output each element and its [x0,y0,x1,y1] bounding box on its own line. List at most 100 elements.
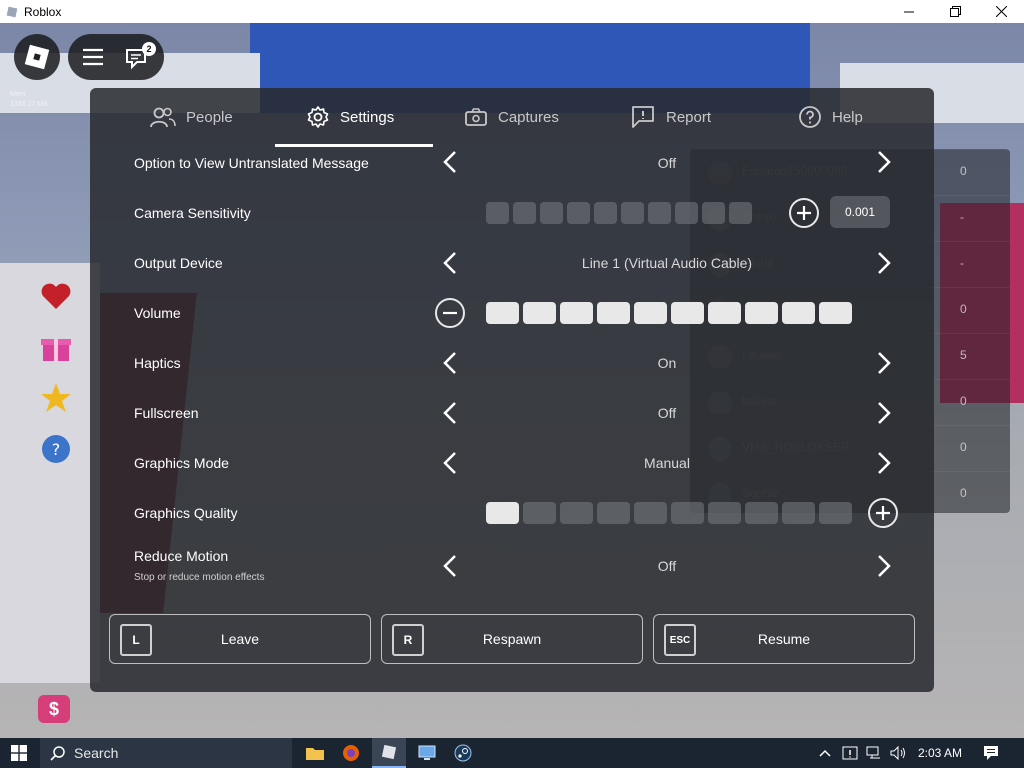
window-title: Roblox [24,4,62,19]
resume-button[interactable]: ESC Resume [653,614,915,664]
slider-segment[interactable] [702,202,725,224]
slider-segment[interactable] [745,502,778,524]
plus-icon [797,206,811,220]
currency-icon[interactable]: $ [38,695,70,723]
increase-button[interactable] [868,498,898,528]
slider-segment[interactable] [594,202,617,224]
previous-arrow-button[interactable] [438,146,462,178]
chat-button[interactable]: 2 [124,42,156,70]
previous-arrow-button[interactable] [438,447,462,479]
tab-settings[interactable]: Settings [306,88,394,146]
minimize-button[interactable] [886,0,932,23]
setting-row-camera-sensitivity: Camera Sensitivity [90,188,934,238]
next-arrow-button[interactable] [872,247,896,279]
leave-button[interactable]: L Leave [109,614,371,664]
notification-icon [984,746,998,760]
slider-segment[interactable] [729,202,752,224]
slider-segment[interactable] [486,202,509,224]
remote-desktop-button[interactable] [412,738,442,768]
increase-button[interactable] [789,198,819,228]
roblox-taskbar-button[interactable] [372,738,406,768]
next-arrow-button[interactable] [872,397,896,429]
side-star-button[interactable] [38,380,74,416]
tab-captures[interactable]: Captures [464,88,559,146]
slider-segment[interactable] [634,502,667,524]
taskbar-clock[interactable]: 2:03 AM [918,738,962,768]
search-placeholder: Search [74,745,119,761]
previous-arrow-button[interactable] [438,247,462,279]
slider-segment[interactable] [708,502,741,524]
respawn-button[interactable]: R Respawn [381,614,643,664]
camera-sensitivity-input[interactable]: 0.001 [830,196,890,228]
next-arrow-button[interactable] [872,347,896,379]
slider-segment[interactable] [486,502,519,524]
tab-report[interactable]: Report [630,88,711,146]
next-arrow-button[interactable] [872,447,896,479]
firefox-icon [343,745,359,761]
decrease-button[interactable] [435,298,465,328]
slider-segment[interactable] [782,502,815,524]
slider-segment[interactable] [708,302,741,324]
slider-segment[interactable] [819,302,852,324]
previous-arrow-button[interactable] [438,397,462,429]
slider-segment[interactable] [597,502,630,524]
file-explorer-button[interactable] [300,738,330,768]
window-titlebar: Roblox [0,0,1024,23]
slider-segment[interactable] [540,202,563,224]
next-arrow-button[interactable] [872,146,896,178]
security-tray-button[interactable] [840,738,860,768]
taskbar-search-box[interactable]: Search [40,738,292,768]
slider-segment[interactable] [560,302,593,324]
tab-report-label: Report [666,108,712,126]
setting-value: Line 1 (Virtual Audio Cable) [581,255,753,271]
slider-segment[interactable] [634,302,667,324]
notifications-button[interactable] [976,738,1006,768]
slider-segment[interactable] [621,202,644,224]
graphics-quality-slider[interactable] [486,502,852,524]
slider-segment[interactable] [745,302,778,324]
close-button[interactable] [978,0,1024,23]
side-heart-button[interactable] [38,278,74,314]
side-help-button[interactable]: ? [38,431,74,467]
hamburger-menu-button[interactable] [82,47,104,72]
start-button[interactable] [0,738,38,768]
camera-sensitivity-slider[interactable] [486,202,752,224]
monitor-icon [418,745,436,760]
slider-segment[interactable] [560,502,593,524]
volume-tray-button[interactable] [888,738,910,768]
setting-row-fullscreen: Fullscreen Off [90,388,934,438]
roblox-menu-button[interactable] [14,34,60,80]
slider-segment[interactable] [597,302,630,324]
player-stat: - [960,210,964,224]
previous-arrow-button[interactable] [438,550,462,582]
show-hidden-icons-button[interactable] [816,738,834,768]
respawn-label: Respawn [482,631,542,647]
firefox-button[interactable] [336,738,366,768]
tab-people[interactable]: People [150,88,233,146]
setting-row-volume: Volume [90,288,934,338]
slider-segment[interactable] [513,202,536,224]
restore-icon [949,6,961,17]
menu-tabs: People Settings Captures Report Help [90,88,934,147]
network-tray-button[interactable] [864,738,884,768]
previous-arrow-button[interactable] [438,347,462,379]
tab-help[interactable]: Help [798,88,863,146]
player-stat: 5 [960,348,967,362]
volume-slider[interactable] [486,302,852,324]
slider-segment[interactable] [486,302,519,324]
slider-segment[interactable] [671,302,704,324]
next-arrow-button[interactable] [872,550,896,582]
slider-segment[interactable] [648,202,671,224]
folder-icon [306,748,324,760]
slider-segment[interactable] [819,502,852,524]
slider-segment[interactable] [523,302,556,324]
slider-segment[interactable] [523,502,556,524]
slider-segment[interactable] [782,302,815,324]
setting-row-graphics-mode: Graphics Mode Manual [90,438,934,488]
side-gift-button[interactable] [38,329,74,365]
steam-button[interactable] [448,738,478,768]
restore-button[interactable] [932,0,978,23]
slider-segment[interactable] [675,202,698,224]
slider-segment[interactable] [671,502,704,524]
slider-segment[interactable] [567,202,590,224]
